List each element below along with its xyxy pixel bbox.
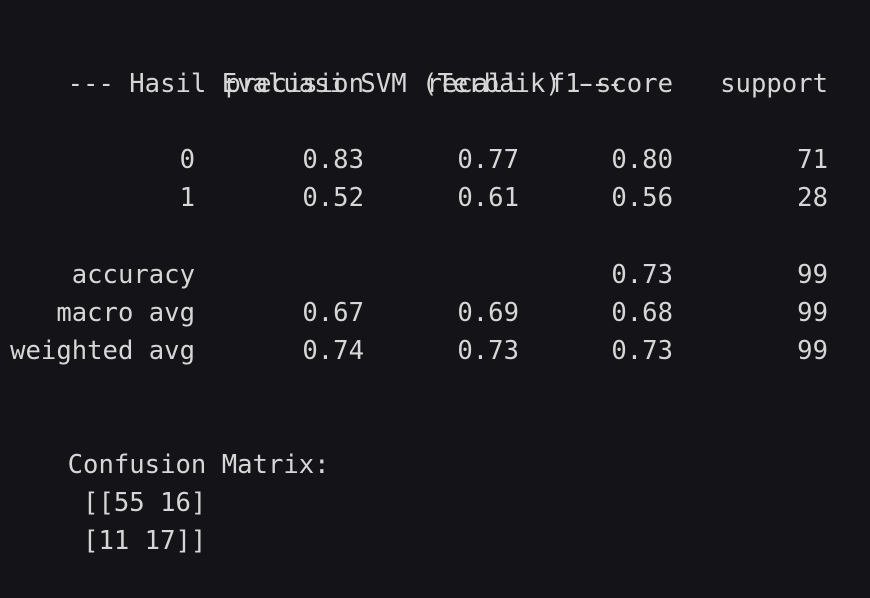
terminal-output: --- Hasil Evaluasi SVM (Terbaik) --- pre…	[0, 0, 870, 556]
row-f1: 0.56	[611, 183, 673, 213]
report-header: precision recall f1-score support	[6, 65, 870, 103]
row-label: 1	[179, 183, 195, 213]
row-f1: 0.68	[611, 298, 673, 328]
row-label: 0	[179, 145, 195, 175]
row-support: 71	[797, 145, 828, 175]
header-support: support	[720, 69, 828, 99]
row-f1: 0.73	[611, 260, 673, 290]
confusion-matrix-row: [[55 16]	[67, 488, 207, 518]
row-recall: 0.69	[457, 298, 519, 328]
row-support: 99	[797, 298, 828, 328]
header-f1-score: f1-score	[549, 69, 673, 99]
row-support: 28	[797, 183, 828, 213]
row-f1: 0.80	[611, 145, 673, 175]
row-support: 99	[797, 336, 828, 366]
summary-row-macro-avg: macro avg 0.67 0.69 0.68 99	[6, 294, 870, 332]
header-recall: recall	[426, 69, 519, 99]
row-recall: 0.61	[457, 183, 519, 213]
row-precision: 0.52	[302, 183, 364, 213]
row-recall: 0.77	[457, 145, 519, 175]
row-support: 99	[797, 260, 828, 290]
header-precision: precision	[225, 69, 364, 99]
row-precision: 0.74	[302, 336, 364, 366]
summary-row-accuracy: accuracy 0.73 99	[6, 256, 870, 294]
table-row: 0 0.83 0.77 0.80 71	[6, 141, 870, 179]
row-f1: 0.73	[611, 336, 673, 366]
row-precision: 0.67	[302, 298, 364, 328]
row-precision: 0.83	[302, 145, 364, 175]
table-row: 1 0.52 0.61 0.56 28	[6, 179, 870, 217]
summary-row-weighted-avg: weighted avg 0.74 0.73 0.73 99	[6, 332, 870, 370]
confusion-matrix-row: [11 17]]	[67, 526, 207, 556]
evaluation-title: --- Hasil Evaluasi SVM (Terbaik) ---	[67, 69, 623, 99]
row-label: accuracy	[71, 260, 195, 290]
row-label: weighted avg	[10, 336, 195, 366]
confusion-matrix-title: Confusion Matrix:	[67, 450, 330, 480]
row-label: macro avg	[56, 298, 195, 328]
row-recall: 0.73	[457, 336, 519, 366]
